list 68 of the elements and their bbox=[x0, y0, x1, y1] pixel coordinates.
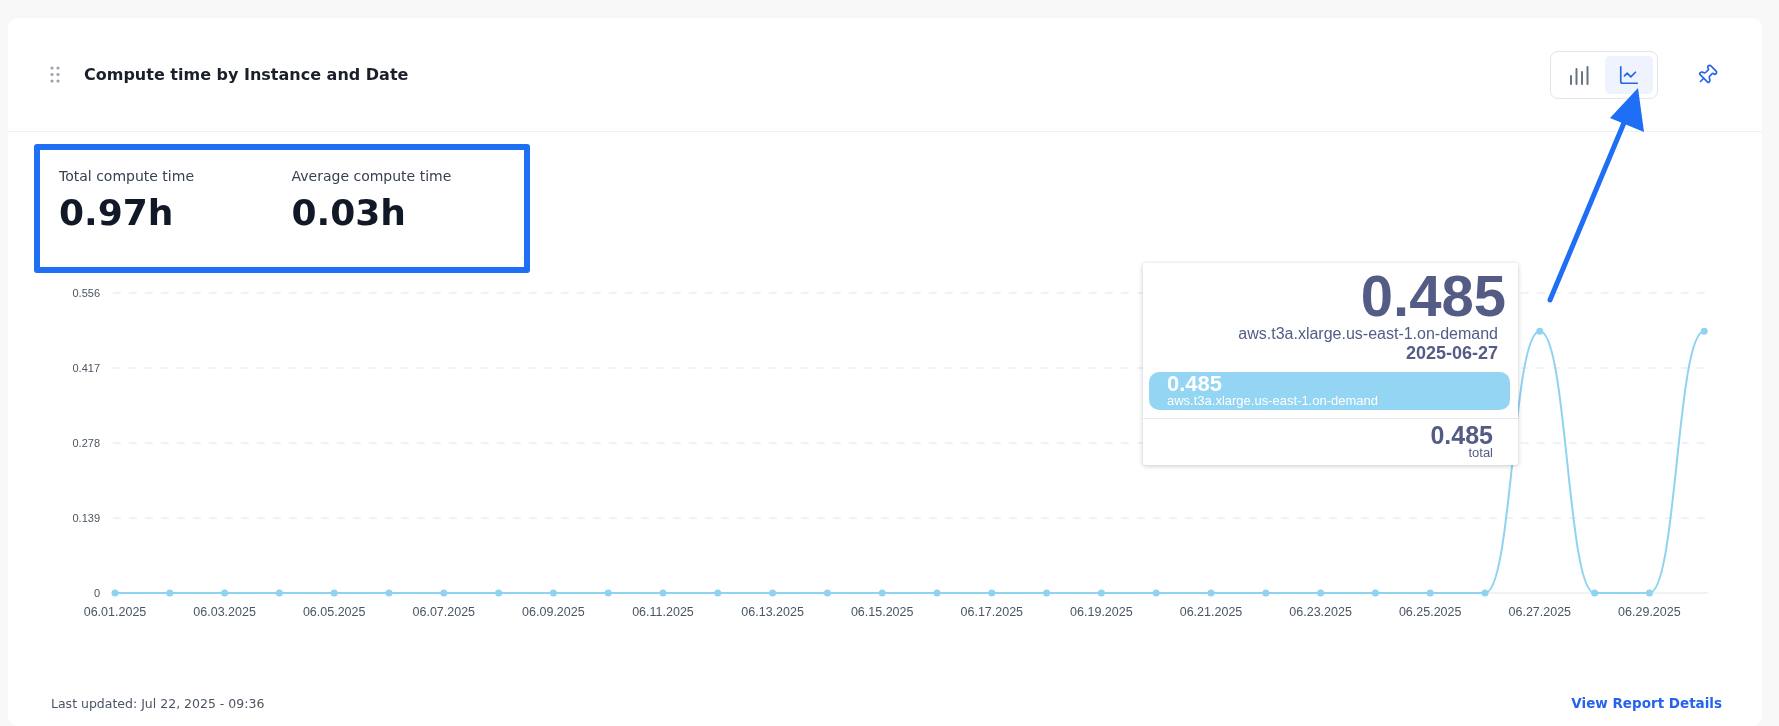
data-point bbox=[111, 589, 119, 597]
stat-label: Total compute time bbox=[59, 168, 195, 184]
x-axis-label: 06.17.2025 bbox=[960, 605, 1024, 619]
x-axis-label: 06.05.2025 bbox=[302, 605, 366, 619]
x-axis-label: 06.25.2025 bbox=[1398, 605, 1462, 619]
tooltip-total-value: 0.485 bbox=[1430, 423, 1493, 447]
y-axis-label: 0.278 bbox=[72, 437, 100, 449]
data-point bbox=[1043, 589, 1051, 597]
tooltip-series: aws.t3a.xlarge.us-east-1.on-demand bbox=[1238, 325, 1498, 343]
x-axis-label: 06.09.2025 bbox=[522, 605, 585, 619]
data-point bbox=[769, 589, 777, 597]
x-axis-label: 06.13.2025 bbox=[741, 605, 804, 619]
stat-value: 0.03h bbox=[291, 192, 407, 233]
chart-title: Compute time by Instance and Date bbox=[84, 65, 410, 84]
last-updated-text: Last updated: Jul 22, 2025 - 09:36 bbox=[51, 695, 265, 711]
y-axis-label: 0.417 bbox=[72, 362, 100, 374]
data-point bbox=[1591, 589, 1599, 597]
data-point bbox=[440, 589, 448, 597]
data-point bbox=[330, 589, 338, 597]
data-point bbox=[714, 589, 722, 597]
y-axis-label: 0 bbox=[93, 587, 100, 599]
x-axis-label: 06.19.2025 bbox=[1070, 605, 1133, 619]
data-point bbox=[549, 589, 557, 597]
data-point bbox=[275, 589, 283, 597]
view-report-link[interactable]: View Report Details bbox=[1571, 695, 1722, 711]
data-point bbox=[385, 589, 393, 597]
data-point bbox=[933, 589, 941, 597]
x-axis-label: 06.27.2025 bbox=[1508, 605, 1572, 619]
x-axis-label: 06.11.2025 bbox=[632, 605, 694, 619]
x-axis-label: 06.29.2025 bbox=[1618, 605, 1681, 619]
data-point bbox=[1426, 589, 1434, 597]
stat-label: Average compute time bbox=[291, 168, 453, 184]
data-point bbox=[495, 589, 503, 597]
data-point bbox=[1097, 589, 1105, 597]
y-axis-label: 0.556 bbox=[72, 287, 100, 299]
drag-handle-icon[interactable] bbox=[50, 66, 60, 83]
data-point bbox=[988, 589, 996, 597]
data-point bbox=[1645, 589, 1653, 597]
data-point bbox=[1371, 589, 1379, 597]
data-point bbox=[1207, 589, 1215, 597]
x-axis-label: 06.01.2025 bbox=[83, 605, 147, 619]
x-axis-label: 06.03.2025 bbox=[193, 605, 256, 619]
data-point bbox=[878, 589, 886, 597]
x-axis-label: 06.15.2025 bbox=[850, 605, 914, 619]
data-point bbox=[1262, 589, 1270, 597]
series-item-value: 0.485 bbox=[1167, 374, 1224, 394]
line-chart-button[interactable] bbox=[1605, 55, 1653, 94]
bar-chart-icon bbox=[1568, 63, 1590, 86]
data-point bbox=[1317, 589, 1325, 597]
data-point bbox=[604, 589, 612, 597]
data-point bbox=[1481, 589, 1489, 597]
y-axis-label: 0.139 bbox=[72, 512, 100, 524]
x-axis-label: 06.07.2025 bbox=[412, 605, 476, 619]
data-point bbox=[1152, 589, 1160, 597]
data-point bbox=[1700, 327, 1708, 335]
data-point bbox=[659, 589, 667, 597]
tooltip-date: 2025-06-27 bbox=[1405, 343, 1498, 364]
series-item-name: aws.t3a.xlarge.us-east-1.on-demand bbox=[1167, 394, 1379, 408]
x-axis-label: 06.23.2025 bbox=[1289, 605, 1352, 619]
tooltip-total-label: total bbox=[1468, 447, 1493, 459]
data-point bbox=[1536, 327, 1544, 335]
data-point bbox=[221, 589, 229, 597]
x-axis-label: 06.21.2025 bbox=[1179, 605, 1243, 619]
data-point bbox=[166, 589, 174, 597]
data-point bbox=[823, 589, 831, 597]
tooltip-value: 0.485 bbox=[1360, 267, 1506, 325]
line-chart-icon bbox=[1618, 63, 1640, 86]
stat-value: 0.97h bbox=[59, 192, 175, 233]
